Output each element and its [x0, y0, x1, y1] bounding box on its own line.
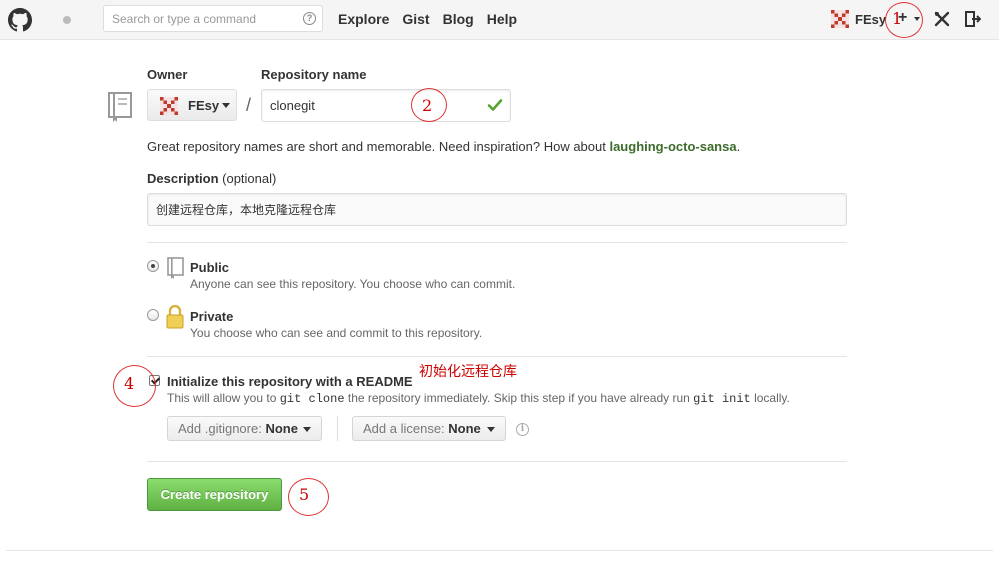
- description-optional: (optional): [222, 171, 277, 186]
- public-option-title: Public: [190, 260, 230, 275]
- top-nav: Explore Gist Blog Help: [338, 11, 530, 27]
- chevron-down-icon: [222, 103, 230, 108]
- create-repository-button[interactable]: Create repository: [147, 478, 282, 511]
- code-git-clone: git clone: [279, 392, 345, 406]
- description-input[interactable]: [148, 194, 838, 225]
- github-logo-icon[interactable]: [8, 8, 32, 32]
- nav-blog[interactable]: Blog: [443, 11, 474, 27]
- nav-help[interactable]: Help: [487, 11, 517, 27]
- init-readme-label[interactable]: Initialize this repository with a README: [167, 374, 413, 389]
- private-option-desc: You choose who can see and commit to thi…: [190, 326, 483, 340]
- search-input[interactable]: [104, 6, 300, 31]
- valid-check-icon: [487, 99, 503, 111]
- search-box: ?: [103, 5, 323, 32]
- chevron-down-icon: [487, 427, 495, 432]
- init-desc-part: locally.: [750, 391, 790, 405]
- public-radio[interactable]: [147, 260, 159, 272]
- license-value: None: [448, 421, 481, 436]
- avatar: [160, 97, 178, 115]
- init-desc-part: the repository immediately. Skip this st…: [344, 391, 694, 405]
- annotation-number-2: 2: [422, 96, 433, 115]
- gitignore-value: None: [265, 421, 298, 436]
- annotation-circle-1: [885, 2, 923, 38]
- repo-name-label: Repository name: [261, 67, 367, 82]
- description-label-row: Description (optional): [147, 171, 276, 186]
- init-desc-part: This will allow you to: [167, 391, 280, 405]
- code-git-init: git init: [693, 392, 751, 406]
- repository-book-icon: [108, 92, 132, 122]
- settings-tools-icon[interactable]: [934, 11, 950, 27]
- private-radio[interactable]: [147, 309, 159, 321]
- lock-icon: [166, 305, 184, 329]
- annotation-number-1: 1: [892, 9, 903, 28]
- chevron-down-icon: [303, 427, 311, 432]
- hint-text: Great repository names are short and mem…: [147, 139, 610, 154]
- name-suggestion-link[interactable]: laughing-octo-sansa: [609, 139, 736, 154]
- repo-name-hint: Great repository names are short and mem…: [147, 139, 740, 154]
- repo-name-field: [261, 89, 511, 122]
- nav-explore[interactable]: Explore: [338, 11, 389, 27]
- notification-indicator-icon[interactable]: [63, 16, 71, 24]
- init-readme-desc: This will allow you to git clone the rep…: [167, 391, 790, 406]
- license-label: Add a license:: [363, 421, 449, 436]
- repo-name-input[interactable]: [262, 90, 482, 121]
- private-option-title: Private: [190, 309, 234, 324]
- owner-label: Owner: [147, 67, 188, 82]
- owner-repo-separator: /: [246, 95, 252, 115]
- sign-out-icon[interactable]: [965, 11, 981, 27]
- user-menu[interactable]: FEsy: [831, 10, 886, 28]
- divider: [337, 416, 338, 441]
- divider: [147, 461, 847, 462]
- license-select[interactable]: Add a license: None: [352, 416, 506, 441]
- search-help-icon[interactable]: ?: [303, 12, 316, 25]
- annotation-number-5: 5: [299, 485, 310, 504]
- description-field: [147, 193, 847, 226]
- username[interactable]: FEsy: [855, 12, 886, 27]
- footer-divider: [6, 550, 993, 551]
- nav-gist[interactable]: Gist: [402, 11, 429, 27]
- divider: [147, 356, 847, 357]
- public-option-desc: Anyone can see this repository. You choo…: [190, 277, 516, 291]
- owner-value: FEsy: [188, 98, 220, 113]
- annotation-readme-note: 初始化远程仓库: [419, 364, 517, 380]
- description-label: Description: [147, 171, 219, 186]
- info-icon[interactable]: i: [516, 423, 529, 436]
- annotation-circle-4: [113, 365, 156, 407]
- owner-select[interactable]: FEsy: [147, 89, 237, 121]
- hint-end: .: [736, 139, 741, 154]
- gitignore-select[interactable]: Add .gitignore: None: [167, 416, 322, 441]
- annotation-number-4: 4: [124, 374, 135, 393]
- avatar: [831, 10, 849, 28]
- site-header: ? Explore Gist Blog Help FEsy +: [0, 0, 999, 40]
- public-repo-icon: [167, 257, 184, 279]
- divider: [147, 242, 847, 243]
- gitignore-label: Add .gitignore:: [178, 421, 266, 436]
